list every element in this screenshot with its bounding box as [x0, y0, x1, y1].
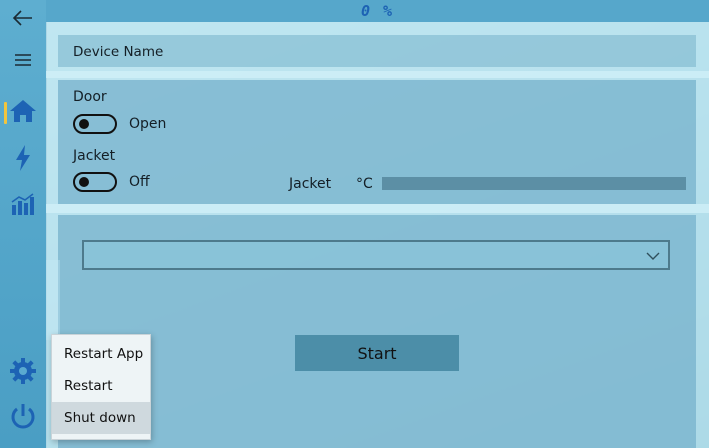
back-arrow-icon [12, 9, 34, 31]
nav-home[interactable] [0, 93, 46, 133]
gear-icon [9, 357, 37, 389]
nav-chart[interactable] [0, 186, 46, 226]
start-button[interactable]: Start [295, 335, 459, 371]
back-button[interactable] [0, 0, 46, 40]
chevron-down-icon [646, 248, 660, 267]
jacket-label: Jacket [73, 148, 116, 164]
home-icon [9, 99, 37, 127]
nav-rail [0, 0, 47, 448]
nav-power[interactable] [0, 140, 46, 180]
menu-item-shut-down[interactable]: Shut down [52, 402, 150, 434]
power-button[interactable] [0, 398, 46, 438]
menu-item-restart-app[interactable]: Restart App [52, 338, 150, 370]
lightning-icon [15, 145, 31, 175]
jacket-temp-label: Jacket [289, 176, 332, 192]
door-toggle[interactable] [73, 114, 117, 134]
menu-item-restart[interactable]: Restart [52, 370, 150, 402]
chart-icon [10, 193, 36, 219]
hamburger-menu-icon [14, 51, 32, 70]
menu-button[interactable] [0, 40, 46, 80]
device-name-panel: Device Name [58, 35, 696, 67]
device-name-label: Device Name [73, 44, 164, 60]
program-dropdown[interactable] [82, 240, 670, 270]
status-bar: 0 % [46, 0, 709, 22]
temperature-unit: °C [356, 176, 373, 192]
power-icon [9, 402, 37, 434]
decorative-hexagon [46, 260, 60, 340]
settings-button[interactable] [0, 353, 46, 393]
door-label: Door [73, 89, 107, 105]
progress-percent: 0 % [360, 2, 395, 20]
door-toggle-knob [79, 119, 89, 129]
jacket-temperature-bar [382, 177, 686, 190]
power-menu: Restart App Restart Shut down [51, 334, 151, 440]
jacket-toggle[interactable] [73, 172, 117, 192]
jacket-toggle-knob [79, 177, 89, 187]
jacket-state: Off [129, 174, 150, 190]
door-state: Open [129, 116, 167, 132]
